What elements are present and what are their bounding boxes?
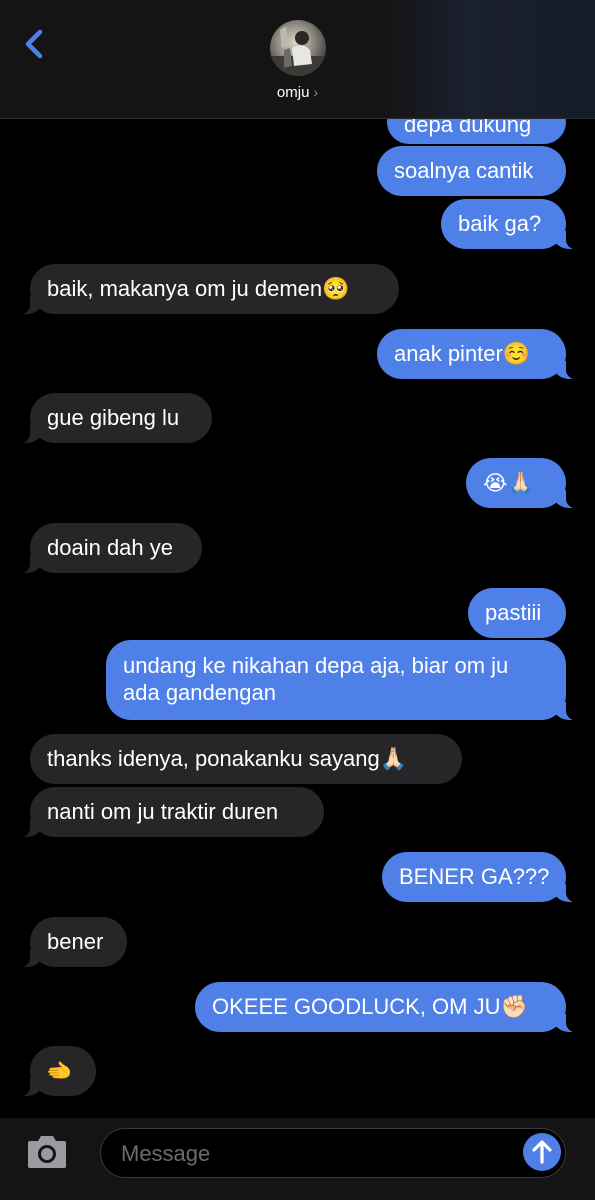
message-bubble-outgoing[interactable]: 😭🙏🏻 — [466, 458, 592, 509]
message-text: soalnya cantik — [394, 158, 534, 183]
message-bubble-outgoing[interactable]: baik ga? — [441, 199, 592, 250]
message-text: baik, makanya om ju demen🥺 — [47, 276, 350, 301]
message-text: thanks idenya, ponakanku sayang🙏🏻 — [47, 746, 408, 771]
camera-icon — [28, 1136, 66, 1168]
message-bubble-outgoing[interactable]: undang ke nikahan depa aja, biar om ju a… — [106, 640, 592, 721]
message-text: pastiii — [485, 600, 542, 625]
message-text: 🫲 — [46, 1059, 73, 1083]
arrow-up-icon — [532, 1140, 552, 1164]
contact-name: omju — [276, 84, 310, 101]
message-bubble-incoming[interactable]: 🫲 — [4, 1046, 96, 1097]
message-bubble-incoming[interactable]: thanks idenya, ponakanku sayang🙏🏻 — [30, 734, 462, 784]
message-bubble-outgoing[interactable]: BENER GA??? — [382, 852, 592, 903]
message-input[interactable] — [119, 1137, 513, 1171]
back-button[interactable] — [18, 24, 52, 64]
contact-name-button[interactable]: omju › — [0, 84, 595, 101]
message-text: 😭🙏🏻 — [483, 471, 534, 495]
message-text: bener — [47, 929, 104, 954]
message-text: BENER GA??? — [399, 864, 550, 889]
message-bubble-outgoing[interactable]: pastiii — [468, 588, 566, 638]
message-bubble-incoming[interactable]: doain dah ye — [4, 523, 202, 574]
chevron-right-icon: › — [313, 84, 319, 100]
message-bubble-incoming[interactable]: gue gibeng lu — [4, 393, 212, 444]
chat-screen: omju › depa dukung soalnya cantik baik ga… — [0, 0, 595, 1200]
message-text: gue gibeng lu — [47, 405, 180, 430]
message-bubble-outgoing[interactable]: soalnya cantik — [377, 146, 566, 196]
message-text: nanti om ju traktir duren — [47, 799, 279, 824]
contact-avatar[interactable] — [270, 20, 326, 76]
message-text: baik ga? — [458, 211, 542, 236]
conversation-header: omju › — [0, 0, 595, 119]
message-bubble-outgoing[interactable]: OKEEE GOODLUCK, OM JU✊🏻 — [195, 982, 592, 1033]
message-bubble-incoming[interactable]: nanti om ju traktir duren — [4, 787, 324, 838]
message-bubble-incoming[interactable]: bener — [4, 917, 127, 968]
message-text: OKEEE GOODLUCK, OM JU✊🏻 — [212, 994, 528, 1019]
message-bubble-outgoing[interactable]: anak pinter☺️ — [377, 329, 592, 380]
chevron-left-icon — [25, 29, 43, 59]
message-text: undang ke nikahan depa aja, biar om ju a… — [123, 653, 509, 705]
message-text: doain dah ye — [47, 535, 173, 560]
message-input-container — [100, 1128, 566, 1178]
send-button[interactable] — [523, 1133, 561, 1171]
camera-button[interactable] — [24, 1134, 70, 1170]
composer-bar — [0, 1118, 595, 1200]
message-bubble-incoming[interactable]: baik, makanya om ju demen🥺 — [4, 264, 399, 315]
message-text: anak pinter☺️ — [394, 341, 531, 366]
